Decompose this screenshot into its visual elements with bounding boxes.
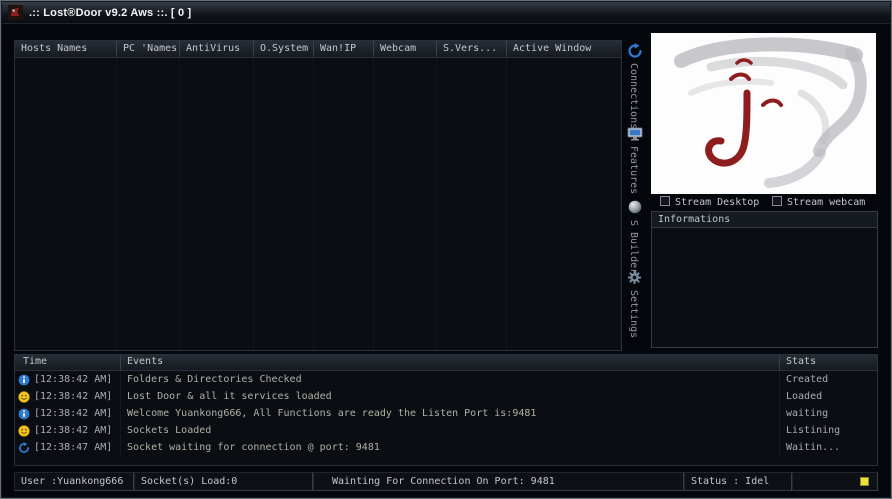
app-window: .:: Lost®Door v9.2 Aws ::. [ 0 ] Hosts N… bbox=[0, 0, 892, 499]
log-time: [12:38:47 AM] bbox=[34, 442, 112, 453]
column-webcam[interactable]: Webcam bbox=[374, 41, 437, 57]
log-time: [12:38:42 AM] bbox=[34, 391, 112, 402]
tab-s-builder-label: S Builder bbox=[628, 220, 639, 274]
hosts-list-body[interactable] bbox=[15, 58, 621, 350]
smiley-icon bbox=[18, 391, 30, 403]
status-filler bbox=[792, 472, 878, 491]
info-icon bbox=[18, 374, 30, 386]
log-event: Socket waiting for connection @ port: 94… bbox=[121, 439, 780, 456]
column-active-window[interactable]: Active Window bbox=[507, 41, 621, 57]
info-icon bbox=[18, 408, 30, 420]
log-time: [12:38:42 AM] bbox=[34, 374, 112, 385]
tab-connections-label: Connections bbox=[628, 63, 639, 129]
log-stat: Waitin... bbox=[780, 442, 877, 453]
informations-panel: Informations bbox=[651, 211, 878, 348]
log-time: [12:38:42 AM] bbox=[34, 425, 112, 436]
tab-s-builder[interactable]: S Builder bbox=[622, 200, 647, 214]
connections-icon bbox=[627, 43, 643, 59]
status-bar: User :Yuankong666 Socket(s) Load:0 Waint… bbox=[14, 472, 878, 491]
stream-desktop-label: Stream Desktop bbox=[675, 197, 759, 208]
stream-options: Stream Desktop Stream webcam bbox=[651, 196, 878, 208]
log-event: Sockets Loaded bbox=[121, 422, 780, 439]
hosts-table: Hosts Names PC 'Names AntiVirus O.System… bbox=[14, 40, 622, 351]
stream-webcam-label: Stream webcam bbox=[787, 197, 865, 208]
builder-icon bbox=[628, 200, 642, 214]
log-column-stats[interactable]: Stats bbox=[780, 355, 877, 370]
log-column-time[interactable]: Time bbox=[15, 355, 121, 370]
column-server-version[interactable]: S.Vers... bbox=[437, 41, 507, 57]
tab-features[interactable]: Features bbox=[622, 126, 647, 142]
event-log-header: Time Events Stats bbox=[15, 355, 877, 371]
log-row[interactable]: [12:38:42 AM] Sockets Loaded Listining bbox=[15, 422, 877, 439]
column-wan-ip[interactable]: Wan!IP bbox=[314, 41, 374, 57]
activity-indicator bbox=[860, 477, 869, 486]
connection-icon bbox=[18, 442, 30, 454]
stream-webcam-checkbox[interactable] bbox=[772, 196, 782, 206]
features-icon bbox=[627, 126, 643, 142]
status-waiting: Wainting For Connection On Port: 9481 bbox=[313, 472, 684, 491]
settings-icon bbox=[627, 270, 642, 285]
tab-features-label: Features bbox=[628, 146, 639, 194]
log-column-events[interactable]: Events bbox=[121, 355, 780, 370]
log-stat: Created bbox=[780, 374, 877, 385]
hosts-table-header: Hosts Names PC 'Names AntiVirus O.System… bbox=[15, 41, 621, 58]
log-time: [12:38:42 AM] bbox=[34, 408, 112, 419]
log-row[interactable]: [12:38:42 AM] Folders & Directories Chec… bbox=[15, 371, 877, 388]
stream-desktop-checkbox[interactable] bbox=[660, 196, 670, 206]
log-event: Welcome Yuankong666, All Functions are r… bbox=[121, 405, 780, 422]
log-stat: waiting bbox=[780, 408, 877, 419]
column-hosts-names[interactable]: Hosts Names bbox=[15, 41, 117, 57]
status-user: User :Yuankong666 bbox=[14, 472, 134, 491]
side-tab-strip: Connections Features bbox=[622, 40, 647, 351]
log-stat: Loaded bbox=[780, 391, 877, 402]
app-icon[interactable] bbox=[8, 5, 23, 20]
smiley-icon bbox=[18, 425, 30, 437]
log-row[interactable]: [12:38:42 AM] Welcome Yuankong666, All F… bbox=[15, 405, 877, 422]
status-state: Status : Idel bbox=[684, 472, 792, 491]
log-row[interactable]: [12:38:42 AM] Lost Door & all it service… bbox=[15, 388, 877, 405]
event-log: Time Events Stats [12:38:42 AM] Folders … bbox=[14, 354, 878, 466]
log-row[interactable]: [12:38:47 AM] Socket waiting for connect… bbox=[15, 439, 877, 456]
log-event: Lost Door & all it services loaded bbox=[121, 388, 780, 405]
tab-settings-label: Settings bbox=[628, 290, 639, 338]
column-os[interactable]: O.System bbox=[254, 41, 314, 57]
calligraphy-image bbox=[651, 33, 876, 194]
window-title: .:: Lost®Door v9.2 Aws ::. [ 0 ] bbox=[29, 7, 191, 19]
informations-title: Informations bbox=[652, 212, 877, 228]
column-antivirus[interactable]: AntiVirus bbox=[180, 41, 254, 57]
tab-settings[interactable]: Settings bbox=[622, 270, 647, 285]
log-stat: Listining bbox=[780, 425, 877, 436]
column-pc-names[interactable]: PC 'Names bbox=[117, 41, 180, 57]
log-event: Folders & Directories Checked bbox=[121, 371, 780, 388]
tab-connections[interactable]: Connections bbox=[622, 43, 647, 59]
status-sockets: Socket(s) Load:0 bbox=[134, 472, 313, 491]
titlebar[interactable]: .:: Lost®Door v9.2 Aws ::. [ 0 ] bbox=[2, 2, 890, 24]
